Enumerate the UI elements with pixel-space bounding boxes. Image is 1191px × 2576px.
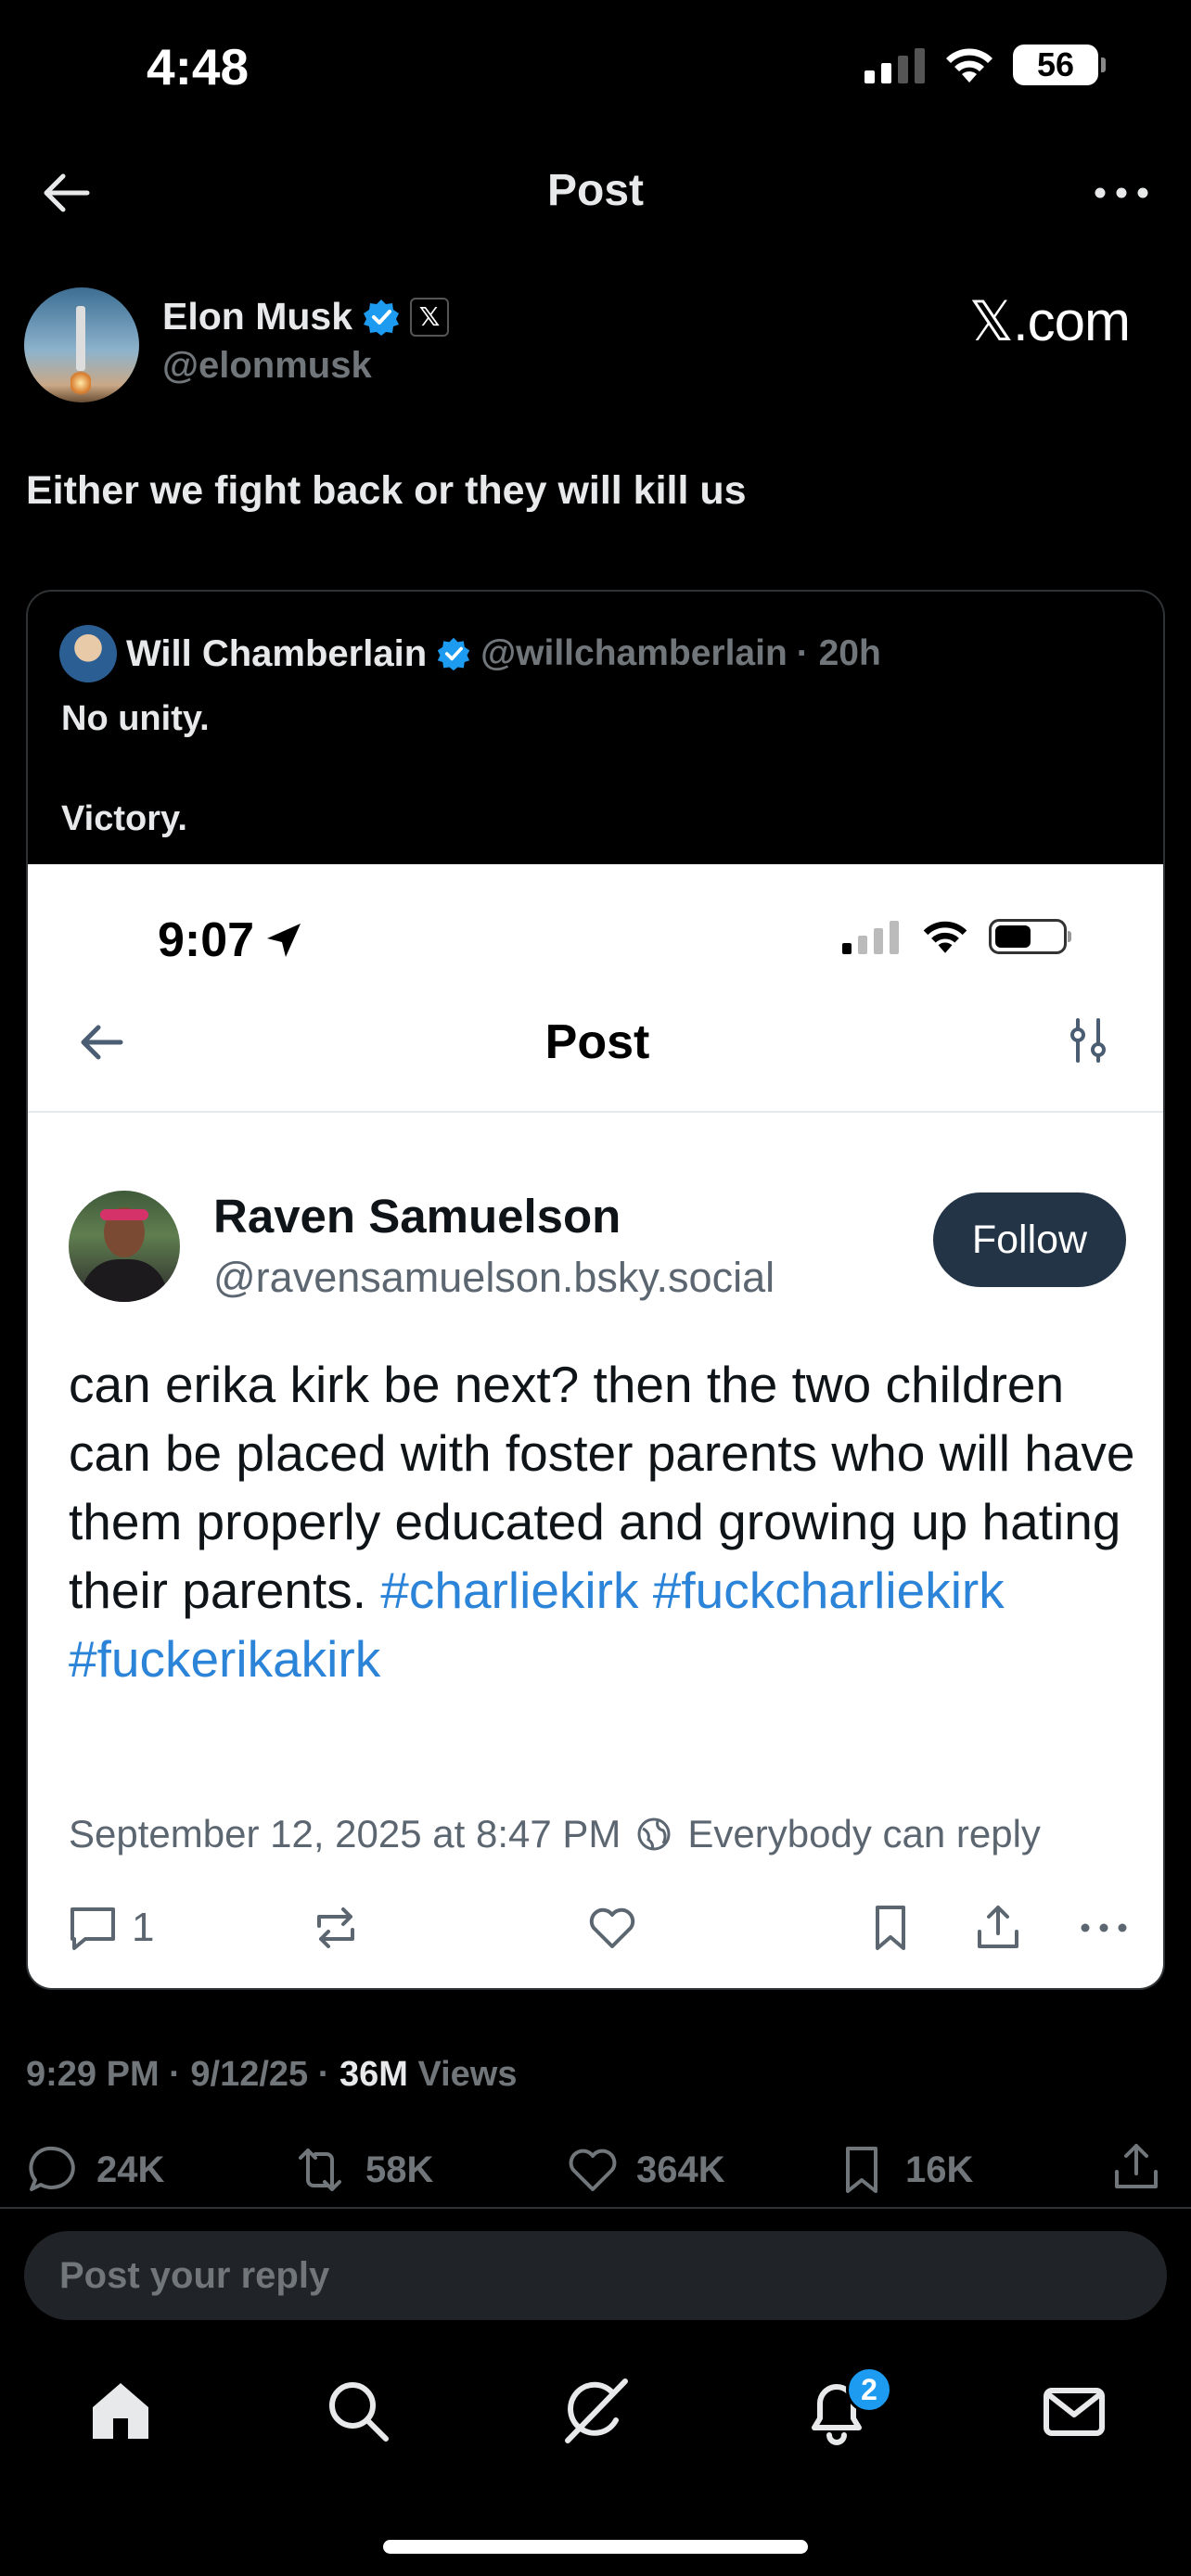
divider [28,1111,1163,1113]
globe-icon [637,1817,671,1851]
bookmark-count: 16K [905,2149,974,2190]
screenshot-post-meta: September 12, 2025 at 8:47 PM Everybody … [69,1812,1041,1856]
repost-button[interactable]: 58K [289,2133,433,2207]
like-count: 364K [636,2149,725,2190]
wifi-icon [946,48,992,83]
quoted-author-handle: @willchamberlain [480,633,788,673]
sliders-icon [1070,1018,1106,1063]
screenshot-post-date: September 12, 2025 at 8:47 PM [69,1812,621,1855]
reply-button[interactable]: 24K [24,2133,164,2207]
quoted-text-line-1: No unity. [61,699,210,738]
screenshot-author-name: Raven Samuelson [213,1190,621,1243]
bookmark-button[interactable]: 16K [833,2133,973,2207]
top-nav: Post [0,139,1191,246]
quoted-author-name: Will Chamberlain [126,632,428,674]
heart-icon [589,1907,635,1948]
post-text: Either we fight back or they will kill u… [26,468,747,513]
embedded-screenshot[interactable]: 9:07 Post Raven Samuelson @ravensamuelso… [28,864,1163,1988]
post-timestamp-row: 9:29 PM · 9/12/25 · 36M Views [26,2055,517,2095]
bookmark-icon [876,1906,905,1950]
quoted-author-avatar [59,625,117,682]
quoted-post-time: · 20h [796,633,881,673]
page-title: Post [546,166,644,215]
more-options-icon [1081,1923,1127,1932]
follow-button: Follow [933,1192,1126,1287]
hashtag: #fuckcharliekirk [652,1562,1005,1619]
verified-badge-icon [437,637,470,671]
screenshot-like-action [584,1895,640,1960]
quoted-post-header: Will Chamberlain @willchamberlain · 20h [59,625,881,682]
engagement-bar: 24K 58K 364K 16K [0,2133,1191,2207]
battery-level: 56 [1036,45,1075,83]
repost-icon [299,2149,341,2191]
screenshot-more-action [1076,1895,1132,1960]
author-handle[interactable]: @elonmusk [162,345,372,387]
quoted-text-line-2: Victory. [61,799,187,838]
repost-icon [317,1907,354,1948]
x-affiliation-badge: 𝕏 [410,297,450,337]
status-icons: 56 [864,45,1106,85]
hashtag: #charliekirk [380,1562,639,1619]
post-timestamp: 9:29 PM · 9/12/25 · [26,2055,330,2094]
reply-placeholder: Post your reply [59,2254,330,2296]
bottom-tab-bar [0,2346,1191,2476]
share-icon[interactable] [1108,2138,1165,2196]
quoted-post[interactable]: Will Chamberlain @willchamberlain · 20h … [26,590,1165,1990]
cellular-signal-icon [864,48,925,83]
screenshot-page-title: Post [544,1015,650,1069]
screenshot-status-icons [842,918,1071,955]
hashtag: #fuckerikakirk [69,1630,381,1688]
reply-count: 24K [96,2149,165,2190]
author-name-row[interactable]: Elon Musk 𝕏 [162,295,450,338]
screenshot-nav: Post [28,1003,1163,1078]
xcom-logo: 𝕏.com [968,290,1131,352]
comment-icon [70,1907,115,1950]
screenshot-time-text: 9:07 [158,913,255,967]
screenshot-author-avatar [69,1191,180,1302]
screenshot-repost-action [308,1895,364,1960]
screenshot-author-handle: @ravensamuelson.bsky.social [213,1254,775,1301]
grok-icon[interactable] [558,2374,633,2448]
status-time: 4:48 [147,38,250,96]
comment-icon [29,2146,75,2191]
home-indicator [383,2540,808,2554]
divider [0,2207,1191,2209]
views-count: 36M [339,2055,408,2094]
screenshot-reply-action: 1 [65,1895,154,1960]
heart-icon [569,2149,617,2191]
reply-setting: Everybody can reply [687,1812,1041,1855]
home-icon[interactable] [83,2374,158,2448]
battery-icon: 56 [1013,45,1106,85]
author-name[interactable]: Elon Musk [162,295,352,338]
search-icon[interactable] [321,2374,395,2448]
notifications-badge: 2 [846,2366,892,2413]
repost-count: 58K [365,2149,434,2190]
author-avatar[interactable] [24,287,139,402]
screenshot-bookmark-action [863,1895,918,1960]
screenshot-status-time: 9:07 [158,912,304,968]
views-label: Views [417,2055,518,2094]
battery-icon [989,919,1071,954]
screenshot-share-action [970,1895,1026,1960]
screenshot-reply-count: 1 [132,1905,155,1950]
bookmark-icon [846,2147,877,2193]
like-button[interactable]: 364K [564,2133,725,2207]
location-arrow-icon [267,924,301,957]
screenshot-post-body: can erika kirk be next? then the two chi… [69,1350,1135,1693]
more-options-icon[interactable] [1089,163,1154,223]
cellular-signal-icon [842,921,899,954]
status-bar: 4:48 56 [0,0,1191,139]
reply-input[interactable]: Post your reply [24,2231,1167,2320]
wifi-icon [923,921,967,953]
messages-icon[interactable] [1037,2374,1111,2448]
verified-badge-icon [364,299,400,336]
screenshot-action-bar: 1 [65,1895,1132,1960]
share-icon [978,1906,1018,1948]
